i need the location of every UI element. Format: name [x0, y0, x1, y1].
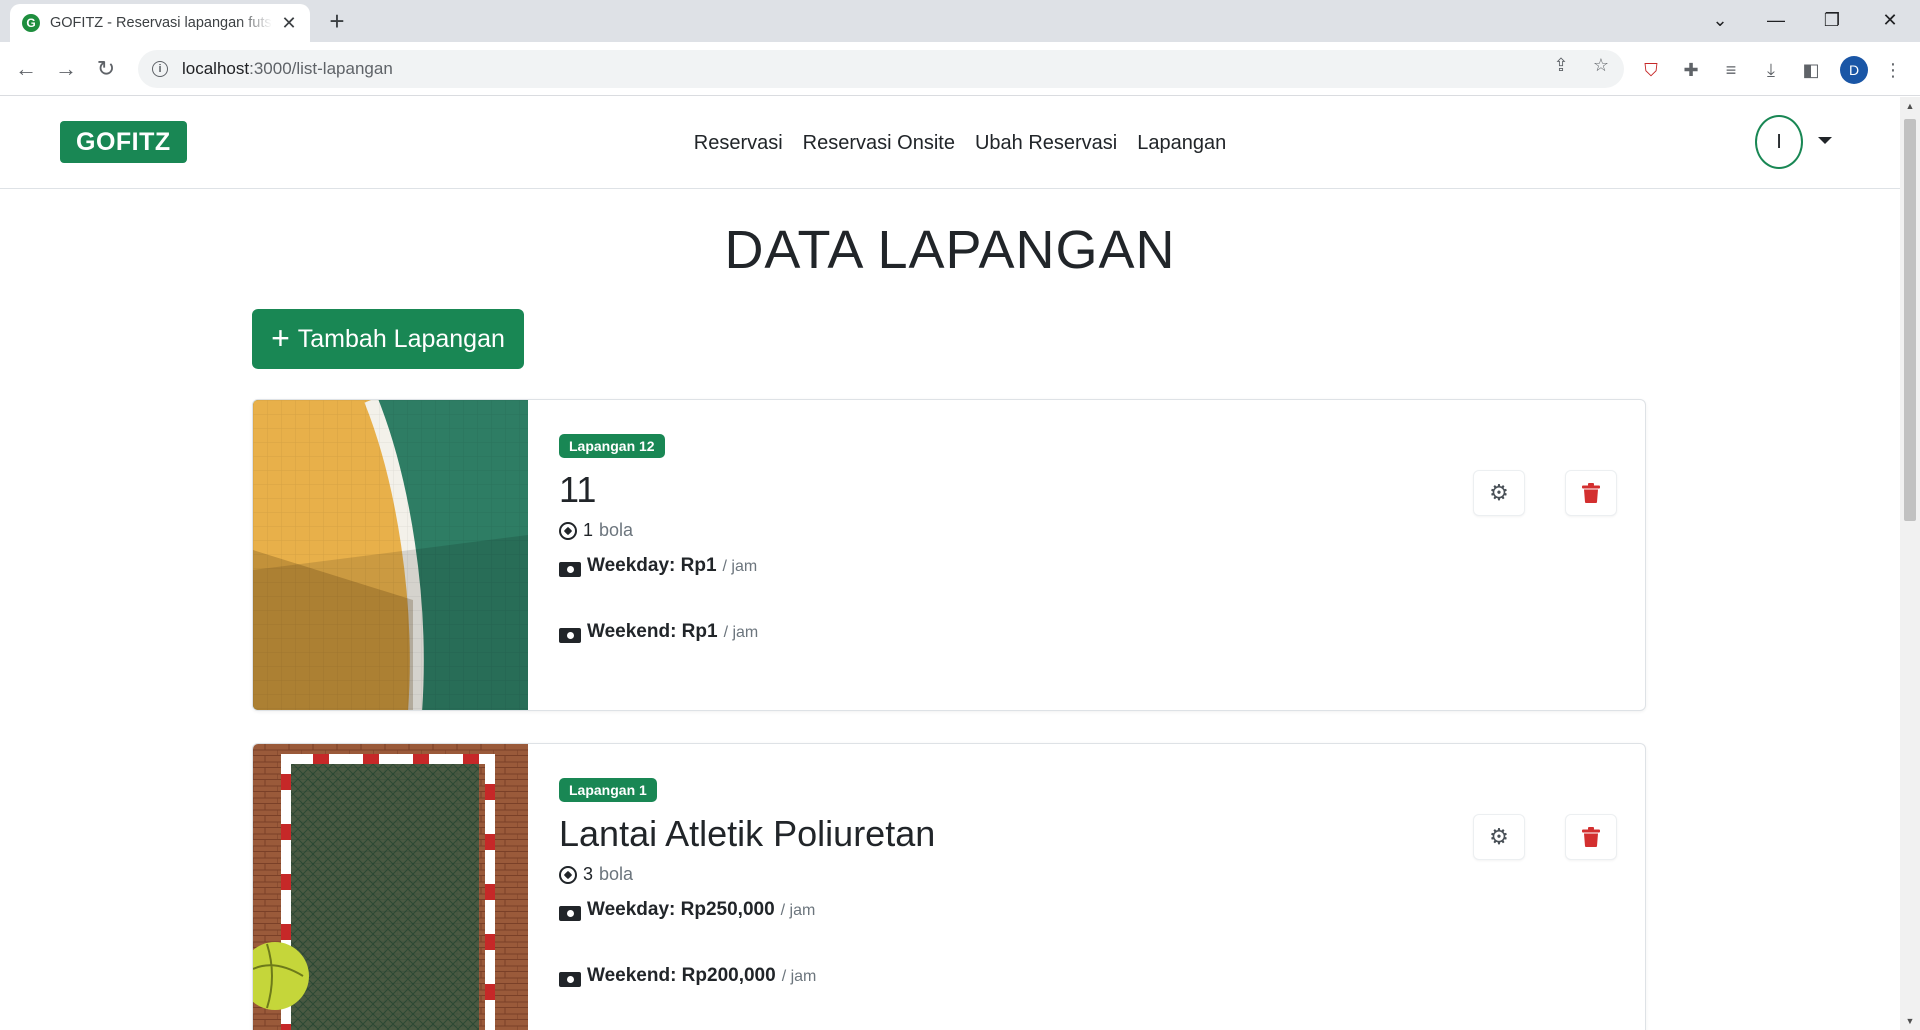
scroll-down-arrow-icon[interactable]: ▼ [1900, 1012, 1920, 1030]
url-text: localhost:3000/list-lapangan [182, 59, 393, 79]
extensions-puzzle-icon[interactable]: ✚ [1676, 55, 1706, 85]
scrollbar-thumb[interactable] [1904, 119, 1916, 521]
main-menu: Reservasi Reservasi Onsite Ubah Reservas… [0, 97, 1900, 189]
weekend-price-label: Weekend: Rp200,000 [587, 965, 776, 986]
forward-icon[interactable]: → [52, 55, 80, 83]
ball-count-unit: bola [599, 520, 634, 540]
lapangan-name: Lantai Atletik Poliuretan [559, 813, 936, 854]
ball-count-value: 1 [583, 520, 594, 540]
futsal-goal-image [253, 744, 528, 1030]
soccer-ball-icon [559, 865, 577, 884]
extension-shield-icon[interactable]: ⛉ [1636, 55, 1666, 85]
minimize-icon[interactable]: — [1762, 6, 1790, 34]
card-body: Lapangan 12 11 1 bola Weekday: Rp1 / jam… [559, 434, 758, 643]
edit-lapangan-button[interactable]: ⚙ [1473, 814, 1525, 860]
tab-title: GOFITZ - Reservasi lapangan futsal [50, 15, 272, 31]
lapangan-name: 11 [559, 469, 597, 510]
user-menu-caret-icon[interactable] [1818, 137, 1832, 144]
court-floor-image [253, 400, 528, 710]
weekend-price-label: Weekend: Rp1 [587, 621, 718, 642]
bookmark-star-icon[interactable]: ☆ [1586, 50, 1616, 80]
money-icon [559, 628, 581, 643]
nav-reservasi-onsite[interactable]: Reservasi Onsite [803, 132, 955, 155]
price-unit: / jam [722, 558, 758, 575]
browser-tab-bar: G GOFITZ - Reservasi lapangan futsal ✕ +… [0, 0, 1920, 42]
close-window-icon[interactable]: ✕ [1876, 6, 1904, 34]
browser-profile-avatar[interactable]: D [1840, 56, 1868, 84]
url-path: :3000/list-lapangan [249, 59, 393, 78]
weekday-price: Weekday: Rp250,000 / jam [559, 899, 935, 921]
plus-icon: + [271, 319, 290, 356]
new-tab-button[interactable]: + [322, 8, 352, 34]
price-unit: / jam [723, 624, 759, 641]
weekend-price: Weekend: Rp1 / jam [559, 621, 758, 643]
gear-icon: ⚙ [1489, 480, 1509, 505]
money-icon [559, 562, 581, 577]
add-lapangan-button[interactable]: + Tambah Lapangan [252, 309, 524, 369]
lapangan-card: Lapangan 1 Lantai Atletik Poliuretan 3 b… [252, 743, 1646, 1030]
page-title: DATA LAPANGAN [724, 220, 1176, 280]
browser-menu-icon[interactable]: ⋮ [1878, 55, 1908, 85]
money-icon [559, 906, 581, 921]
page-viewport: GOFITZ Reservasi Reservasi Onsite Ubah R… [0, 97, 1900, 1030]
weekday-price: Weekday: Rp1 / jam [559, 555, 758, 577]
site-navbar: GOFITZ Reservasi Reservasi Onsite Ubah R… [0, 97, 1900, 189]
soccer-ball-icon [559, 521, 577, 540]
nav-reservasi[interactable]: Reservasi [694, 132, 783, 155]
browser-toolbar: ← → ↻ i localhost:3000/list-lapangan ⇪ ☆ [0, 42, 1920, 96]
price-unit: / jam [780, 902, 816, 919]
lapangan-badge: Lapangan 12 [559, 434, 665, 458]
edit-lapangan-button[interactable]: ⚙ [1473, 470, 1525, 516]
address-bar[interactable]: i localhost:3000/list-lapangan [138, 50, 1624, 88]
browser-tab[interactable]: G GOFITZ - Reservasi lapangan futsal ✕ [10, 4, 310, 42]
ball-count-unit: bola [599, 864, 634, 884]
weekend-price: Weekend: Rp200,000 / jam [559, 965, 935, 987]
gear-icon: ⚙ [1489, 824, 1509, 849]
reload-icon[interactable]: ↻ [92, 55, 120, 83]
site-favicon-icon: G [22, 14, 40, 32]
media-queue-icon[interactable]: ≡ [1716, 55, 1746, 85]
price-unit: / jam [781, 968, 817, 985]
user-avatar[interactable]: I [1755, 115, 1803, 169]
nav-ubah-reservasi[interactable]: Ubah Reservasi [975, 132, 1117, 155]
scroll-up-arrow-icon[interactable]: ▲ [1900, 97, 1920, 115]
page-scrollbar[interactable]: ▲ ▼ [1900, 97, 1920, 1030]
restore-icon[interactable]: ❐ [1818, 6, 1846, 34]
back-icon[interactable]: ← [12, 55, 40, 83]
lapangan-card: Lapangan 12 11 1 bola Weekday: Rp1 / jam… [252, 399, 1646, 711]
share-icon[interactable]: ⇪ [1546, 50, 1576, 80]
side-panel-icon[interactable]: ◧ [1796, 55, 1826, 85]
tab-search-icon[interactable]: ⌄ [1706, 6, 1734, 34]
weekday-price-label: Weekday: Rp1 [587, 555, 717, 576]
add-lapangan-label: Tambah Lapangan [297, 324, 505, 353]
trash-icon [1582, 483, 1600, 503]
ball-count: 3 bola [559, 864, 935, 885]
weekday-price-label: Weekday: Rp250,000 [587, 899, 775, 920]
delete-lapangan-button[interactable] [1565, 470, 1617, 516]
close-tab-icon[interactable]: ✕ [280, 13, 298, 34]
ball-count-value: 3 [583, 864, 594, 884]
site-info-icon[interactable]: i [152, 61, 168, 77]
download-icon[interactable]: ⤓ [1756, 55, 1786, 85]
money-icon [559, 972, 581, 987]
card-body: Lapangan 1 Lantai Atletik Poliuretan 3 b… [559, 778, 935, 987]
lapangan-badge: Lapangan 1 [559, 778, 657, 802]
ball-count: 1 bola [559, 520, 758, 541]
nav-lapangan[interactable]: Lapangan [1137, 132, 1226, 155]
url-host: localhost [182, 59, 250, 78]
delete-lapangan-button[interactable] [1565, 814, 1617, 860]
trash-icon [1582, 827, 1600, 847]
